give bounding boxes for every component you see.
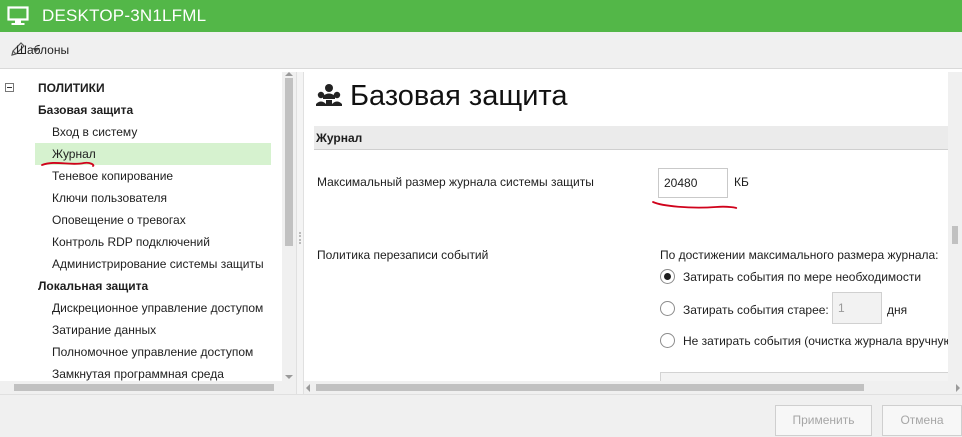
scroll-right-arrow-icon[interactable]: [956, 384, 960, 392]
panel-splitter[interactable]: [296, 72, 304, 394]
tree-vertical-scrollbar[interactable]: [282, 72, 296, 381]
days-unit: дня: [887, 303, 908, 317]
tree-section-local[interactable]: Локальная защита: [38, 275, 148, 297]
window-title: DESKTOP-3N1LFML: [42, 6, 207, 25]
scrollbar-thumb[interactable]: [14, 384, 274, 391]
apply-button[interactable]: Применить: [775, 405, 872, 436]
scrollbar-thumb[interactable]: [285, 78, 293, 246]
tree-root-policies[interactable]: ПОЛИТИКИ: [38, 77, 105, 99]
agents-icon: [314, 80, 344, 113]
splitter-grip-icon: [299, 232, 301, 244]
max-size-input[interactable]: 20480: [658, 168, 728, 198]
tree-item-user-keys[interactable]: Ключи пользователя: [52, 187, 167, 209]
radio-overwrite-as-needed-label[interactable]: Затирать события по мере необходимости: [683, 270, 921, 284]
toolbar: Шаблоны: [0, 32, 962, 69]
tree-horizontal-scrollbar[interactable]: [0, 381, 296, 394]
scroll-up-arrow-icon[interactable]: [285, 72, 293, 76]
tree-item-dac[interactable]: Дискреционное управление доступом: [52, 297, 263, 319]
scrollbar-thumb[interactable]: [316, 384, 864, 391]
tree-item-wipe[interactable]: Затирание данных: [52, 319, 156, 341]
tree-item-mac[interactable]: Полномочное управление доступом: [52, 341, 253, 363]
tree-item-admin[interactable]: Администрирование системы защиты: [52, 253, 264, 275]
policy-tree: ПОЛИТИКИ Базовая защита Вход в систему Ж…: [0, 72, 282, 381]
tree-item-closed-env[interactable]: Замкнутая программная среда: [52, 363, 224, 381]
cancel-button[interactable]: Отмена: [882, 405, 962, 436]
settings-vertical-scrollbar[interactable]: [948, 72, 962, 381]
page-title: Базовая защита: [314, 74, 567, 118]
tree-item-login[interactable]: Вход в систему: [52, 121, 137, 143]
radio-overwrite-as-needed[interactable]: [660, 269, 675, 284]
annotation-underline-size: [652, 201, 738, 209]
tree-section-basic[interactable]: Базовая защита: [38, 99, 133, 121]
scroll-left-arrow-icon[interactable]: [306, 384, 310, 392]
tree-item-rdp-control[interactable]: Контроль RDP подключений: [52, 231, 210, 253]
radio-overwrite-older[interactable]: [660, 301, 675, 316]
max-size-unit: КБ: [734, 175, 749, 189]
days-input[interactable]: 1: [832, 292, 882, 324]
settings-panel: Базовая защита Журнал Максимальный разме…: [304, 72, 962, 394]
title-bar: DESKTOP-3N1LFML: [0, 0, 962, 32]
annotation-underline-journal: [41, 161, 95, 167]
max-size-label: Максимальный размер журнала системы защи…: [317, 175, 594, 189]
overwrite-caption: По достижении максимального размера журн…: [660, 248, 939, 262]
templates-label: Шаблоны: [16, 43, 70, 57]
bottom-bar: Применить Отмена: [0, 394, 962, 437]
collapse-toggle[interactable]: [5, 83, 14, 92]
templates-button[interactable]: Шаблоны: [10, 41, 69, 60]
monitor-icon: [7, 6, 29, 26]
radio-no-overwrite-label[interactable]: Не затирать события (очистка журнала вру…: [683, 334, 956, 348]
settings-horizontal-scrollbar[interactable]: [304, 381, 962, 394]
radio-overwrite-older-label[interactable]: Затирать события старее:: [683, 303, 829, 317]
group-header-journal: Журнал: [314, 126, 956, 150]
page-title-text: Базовая защита: [350, 79, 568, 112]
radio-no-overwrite[interactable]: [660, 333, 675, 348]
overwrite-policy-label: Политика перезаписи событий: [317, 248, 489, 262]
tree-item-alarm-notify[interactable]: Оповещение о тревогах: [52, 209, 186, 231]
scroll-down-arrow-icon[interactable]: [285, 375, 293, 379]
scrollbar-thumb[interactable]: [952, 226, 958, 244]
